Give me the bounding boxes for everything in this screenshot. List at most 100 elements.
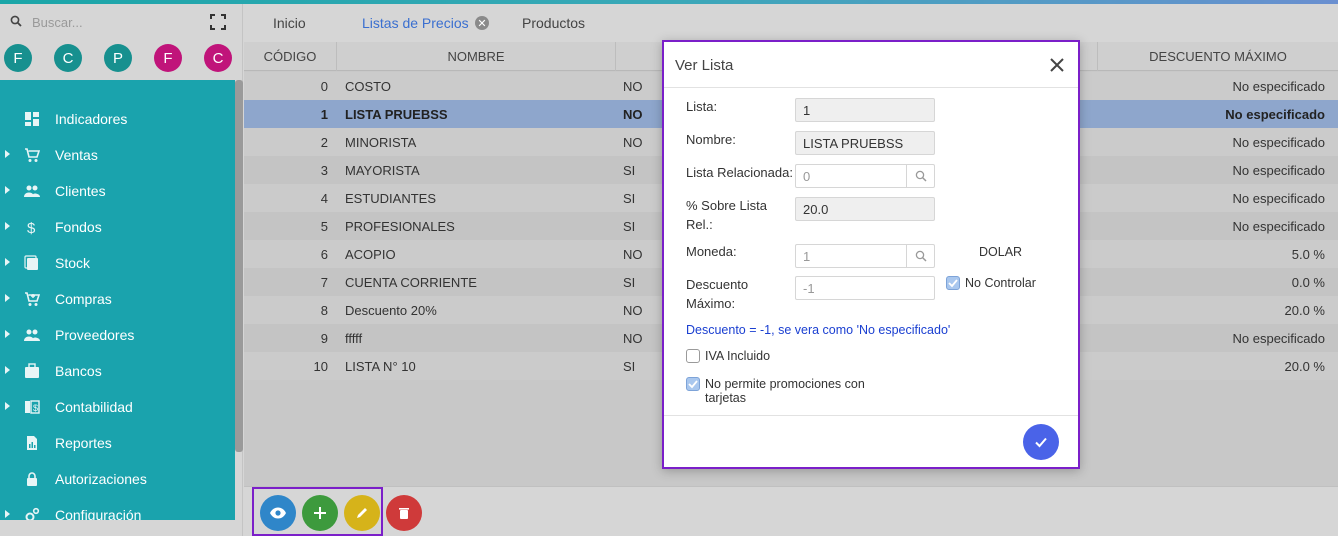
sidebar-item-label: Compras (55, 291, 112, 307)
avatar[interactable]: C (54, 44, 82, 72)
no-promociones-checkbox[interactable] (686, 377, 700, 391)
moneda-name: DOLAR (979, 245, 1023, 259)
no-promociones-label: No permite promociones con tarjetas (705, 377, 865, 405)
cell-name: MAYORISTA (345, 162, 420, 178)
people-icon (24, 185, 40, 197)
fullscreen-icon[interactable] (210, 14, 226, 30)
tab-listas-de-precios[interactable]: Listas de Precios (362, 15, 469, 31)
lista-field[interactable]: 1 (795, 98, 935, 122)
lookup-moneda-button[interactable] (906, 244, 935, 268)
sidebar-item-reportes[interactable]: Reportes (0, 428, 235, 458)
cell-discount: No especificado (1232, 134, 1326, 150)
main-menu: Indicadores Ventas Clientes $ Fondos Sto… (0, 80, 235, 520)
check-icon (1035, 437, 1047, 448)
sidebar-item-fondos[interactable]: $ Fondos (0, 212, 235, 242)
sidebar-item-bancos[interactable]: Bancos (0, 356, 235, 386)
pencil-icon (357, 508, 367, 518)
edit-button[interactable] (344, 495, 380, 531)
view-button[interactable] (260, 495, 296, 531)
cell-name: LISTA PRUEBSS (345, 106, 448, 122)
sobre-lista-field[interactable]: 20.0 (795, 197, 935, 221)
stock-icon (24, 255, 38, 270)
avatar[interactable]: F (4, 44, 32, 72)
people-icon (24, 329, 40, 341)
column-header-code[interactable]: CÓDIGO (244, 42, 337, 71)
dialog-header-divider (664, 87, 1078, 88)
avatar[interactable]: F (154, 44, 182, 72)
sidebar-search (0, 4, 243, 40)
close-tab-icon[interactable]: ✕ (475, 16, 489, 30)
gears-icon (25, 507, 40, 520)
lock-icon (27, 472, 37, 486)
sidebar-item-contabilidad[interactable]: $ Contabilidad (0, 392, 235, 422)
search-icon (915, 170, 927, 182)
sidebar-item-label: Fondos (55, 219, 102, 235)
sidebar-scrollbar[interactable] (235, 80, 243, 452)
cell-name: MINORISTA (345, 134, 417, 150)
search-icon (915, 250, 927, 262)
sidebar-item-ventas[interactable]: Ventas (0, 140, 235, 170)
descuento-maximo-label: Descuento Máximo: (686, 277, 749, 311)
sidebar-item-indicadores[interactable]: Indicadores (0, 104, 235, 134)
tab-bar: Inicio Listas de Precios ✕ Productos (244, 4, 1338, 42)
cell-discount: 20.0 % (1284, 302, 1325, 318)
sidebar-item-configuracion[interactable]: Configuración (0, 500, 235, 520)
dollar-icon: $ (27, 220, 36, 235)
iva-incluido-checkbox[interactable] (686, 349, 700, 363)
dialog-footer-divider (664, 415, 1078, 416)
cell-flag: SI (623, 190, 636, 206)
sidebar-item-label: Clientes (55, 183, 106, 199)
close-icon[interactable] (1049, 57, 1065, 73)
cell-discount: No especificado (1225, 106, 1325, 122)
chevron-right-icon (5, 402, 10, 410)
sidebar-item-proveedores[interactable]: Proveedores (0, 320, 235, 350)
action-bar (244, 486, 1338, 536)
sidebar-item-label: Configuración (55, 507, 142, 520)
delete-button[interactable] (386, 495, 422, 531)
sidebar-item-label: Stock (55, 255, 91, 271)
plus-icon (314, 507, 326, 519)
descuento-note: Descuento = -1, se vera como 'No especif… (686, 323, 951, 337)
check-icon (948, 279, 958, 288)
chevron-right-icon (5, 186, 10, 194)
avatar[interactable]: P (104, 44, 132, 72)
add-button[interactable] (302, 495, 338, 531)
check-icon (688, 380, 698, 389)
tab-productos[interactable]: Productos (522, 15, 585, 31)
tab-inicio[interactable]: Inicio (273, 15, 306, 31)
sidebar-item-label: Proveedores (55, 327, 135, 343)
sidebar-item-label: Indicadores (55, 111, 128, 127)
nombre-field[interactable]: LISTA PRUEBSS (795, 131, 935, 155)
cell-name: ACOPIO (345, 246, 396, 262)
chevron-right-icon (5, 258, 10, 266)
cell-flag: NO (623, 78, 643, 94)
cell-discount: No especificado (1232, 78, 1326, 94)
descuento-maximo-field[interactable]: -1 (795, 276, 935, 300)
cell-code: 9 (320, 330, 328, 346)
chevron-right-icon (5, 366, 10, 374)
confirm-button[interactable] (1023, 424, 1059, 460)
cell-flag: SI (623, 218, 636, 234)
chevron-right-icon (5, 222, 10, 230)
cell-discount: No especificado (1232, 190, 1326, 206)
lookup-relacionada-button[interactable] (906, 164, 935, 188)
search-input[interactable] (32, 12, 192, 32)
column-header-discount[interactable]: DESCUENTO MÁXIMO (1098, 42, 1338, 71)
iva-incluido-label: IVA Incluido (705, 349, 771, 363)
avatar[interactable]: C (204, 44, 232, 72)
no-controlar-checkbox[interactable] (946, 276, 960, 290)
sidebar-item-stock[interactable]: Stock (0, 248, 235, 278)
sidebar-item-clientes[interactable]: Clientes (0, 176, 235, 206)
sidebar-item-label: Autorizaciones (55, 471, 147, 487)
cell-flag: NO (623, 330, 643, 346)
cell-flag: NO (623, 134, 643, 150)
svg-text:$: $ (27, 220, 36, 235)
sidebar-item-compras[interactable]: Compras (0, 284, 235, 314)
sidebar-item-label: Reportes (55, 435, 112, 451)
cell-code: 0 (320, 78, 328, 94)
report-icon (27, 436, 37, 450)
cell-discount: 5.0 % (1291, 246, 1325, 262)
sidebar-item-autorizaciones[interactable]: Autorizaciones (0, 464, 235, 494)
recent-avatars: F C P F C (0, 44, 243, 76)
column-header-name[interactable]: NOMBRE (337, 42, 616, 71)
